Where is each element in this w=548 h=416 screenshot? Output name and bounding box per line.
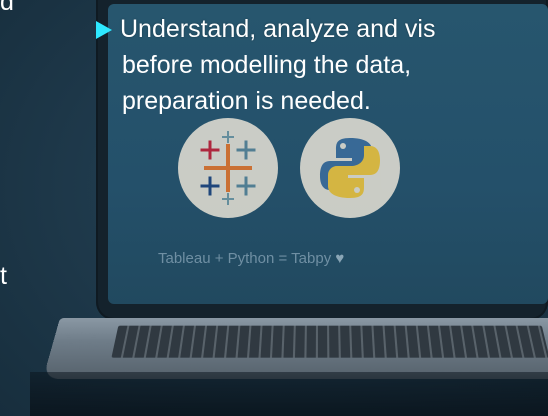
tabpy-caption-text: Tableau + Python = Tabpy	[158, 250, 332, 267]
heart-icon: ♥	[335, 250, 345, 267]
laptop-shadow	[30, 372, 548, 416]
laptop-keyboard	[111, 325, 548, 358]
slide-canvas: Tableau + Python = Tabpy ♥ d t Understan…	[0, 0, 548, 416]
clipped-text-fragment: d	[0, 0, 14, 16]
bullet-point: Understand, analyze and vis	[96, 12, 435, 46]
arrow-bullet-icon	[96, 21, 112, 39]
tabpy-caption: Tableau + Python = Tabpy ♥	[158, 250, 344, 267]
bullet-continuation: before modelling the data,	[122, 51, 412, 79]
python-logo	[300, 118, 400, 218]
tableau-plus-icon	[200, 131, 256, 205]
bullet-text: Understand, analyze and vis	[120, 15, 436, 43]
python-snake-icon	[320, 138, 380, 198]
clipped-text-fragment: t	[0, 262, 7, 290]
laptop-base	[42, 318, 548, 379]
tableau-logo	[178, 118, 278, 218]
bullet-continuation: preparation is needed.	[122, 87, 371, 115]
